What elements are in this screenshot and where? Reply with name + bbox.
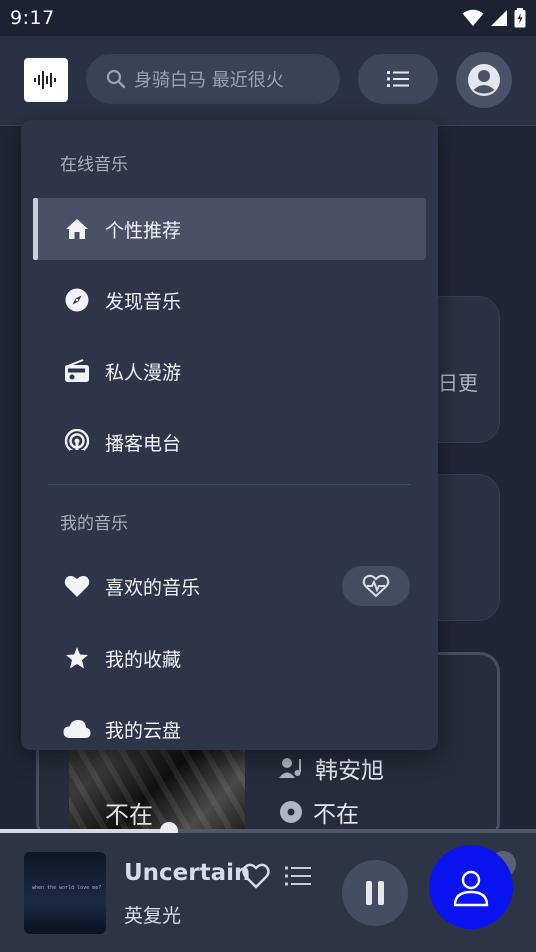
menu-item-podcast[interactable]: 播客电台 [33,411,426,473]
playlist-icon[interactable] [285,865,311,887]
compass-icon [65,288,89,312]
album-title-row: 不在 [279,795,359,829]
waveform-icon [34,71,56,89]
music-person-icon [279,758,301,778]
status-time: 9:17 [10,7,55,29]
section-online-music: 在线音乐 [60,155,128,175]
wifi-icon [462,9,484,26]
menu-item-discover[interactable]: 发现音乐 [33,269,426,331]
heartbeat-icon [362,574,390,598]
cover-caption: when the world love me? [32,885,102,891]
navigation-menu: 在线音乐 个性推荐 发现音乐 私人漫游 播客电台 我的音乐 喜欢的音乐 我的收藏… [21,120,438,750]
home-icon [66,219,88,239]
album-art-text: 不在 [105,801,153,829]
menu-item-label: 个性推荐 [105,219,182,242]
menu-item-collection[interactable]: 我的收藏 [33,627,426,689]
menu-item-label: 喜欢的音乐 [105,576,201,599]
menu-item-recommend[interactable]: 个性推荐 [33,198,426,260]
queue-button[interactable] [358,54,438,104]
signal-icon [491,10,507,26]
person-icon [453,870,489,907]
list-icon [387,71,409,87]
app-bar: 身骑白马 最近很火 [0,36,536,126]
like-heart-icon[interactable] [242,863,270,889]
pause-button[interactable] [342,860,408,926]
pause-icon [366,881,384,905]
song-title: Uncertain [124,860,251,886]
menu-item-label: 发现音乐 [105,290,182,313]
album-artist-row: 韩安旭 [279,751,384,785]
account-icon [468,64,500,96]
disc-icon [280,801,302,823]
menu-item-label: 我的收藏 [105,648,182,671]
heartbeat-mode-button[interactable] [342,566,410,606]
podcast-icon [64,429,90,455]
menu-item-label: 私人漫游 [105,361,182,384]
cloud-icon [63,720,91,738]
heart-icon [64,575,90,597]
star-icon [66,647,88,669]
profile-fab[interactable] [429,845,513,929]
status-icons [462,8,526,28]
menu-item-label: 我的云盘 [105,719,182,742]
menu-divider [48,484,411,485]
search-icon [106,69,126,89]
song-artist: 英复光 [124,905,182,927]
menu-item-private-roaming[interactable]: 私人漫游 [33,340,426,402]
app-logo[interactable] [24,58,68,102]
menu-item-label: 播客电台 [105,432,182,455]
menu-item-liked-music[interactable]: 喜欢的音乐 [33,555,426,617]
song-cover[interactable]: when the world love me? [24,852,106,934]
album-title: 不在 [313,802,359,828]
radio-icon [65,359,89,382]
menu-item-cloud-drive[interactable]: 我的云盘 [33,698,426,750]
search-input[interactable]: 身骑白马 最近很火 [86,54,340,104]
status-bar: 9:17 [0,0,536,36]
battery-icon [514,8,526,28]
user-avatar-button[interactable] [456,52,512,108]
search-placeholder: 身骑白马 最近很火 [134,70,284,91]
background-card-text: 日更 [438,371,478,395]
section-my-music: 我的音乐 [60,514,128,534]
album-artist: 韩安旭 [315,758,384,784]
